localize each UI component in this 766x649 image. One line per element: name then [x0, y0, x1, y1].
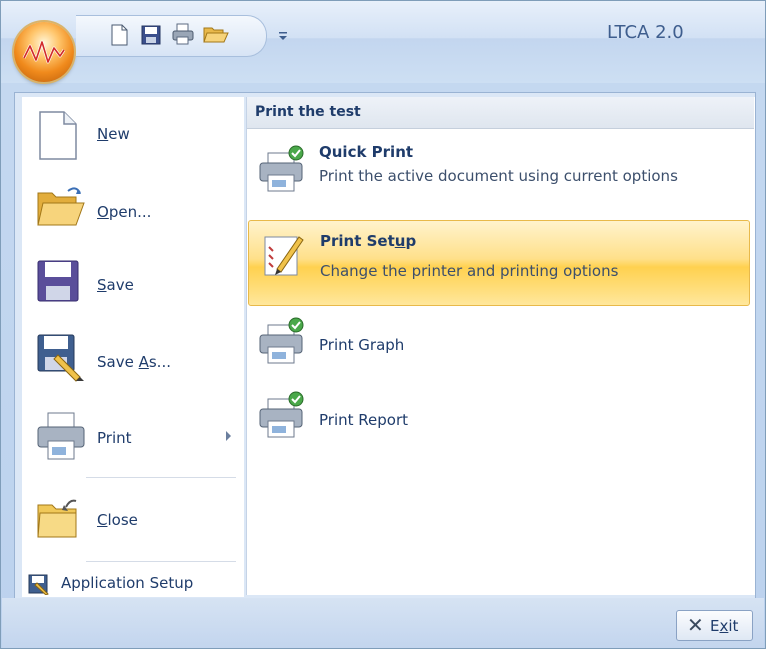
open-folder-icon[interactable]: [203, 23, 229, 45]
open-menu-item[interactable]: Open...: [22, 179, 244, 249]
new-menu-item[interactable]: New: [22, 105, 244, 175]
submenu-arrow-icon: [226, 431, 231, 441]
quick-print-description: Print the active document using current …: [319, 167, 678, 185]
save-icon: [36, 259, 80, 303]
print-report-icon: [258, 391, 304, 438]
quick-print-title: Quick Print: [319, 143, 414, 161]
quick-print-item[interactable]: Quick Print Print the active document us…: [248, 137, 748, 217]
app-title: LTCA 2.0: [607, 22, 684, 43]
application-window: LTCA 2.0 New Open... Save Save As... Pri…: [0, 0, 766, 649]
close-folder-icon: [36, 495, 80, 539]
new-document-icon[interactable]: [109, 24, 131, 46]
print-setup-description: Change the printer and printing options: [320, 262, 619, 280]
save-as-icon: [36, 333, 84, 382]
save-label: Save: [97, 276, 134, 294]
waveform-icon: [22, 40, 66, 64]
save-as-menu-item[interactable]: Save As...: [22, 325, 244, 395]
menu-footer: [2, 598, 764, 648]
exit-label: Exit: [710, 617, 739, 635]
print-menu-item[interactable]: Print: [22, 401, 244, 471]
close-label: Close: [97, 511, 138, 529]
close-menu-item[interactable]: Close: [22, 487, 244, 557]
save-icon[interactable]: [140, 24, 162, 46]
open-folder-icon: [36, 185, 85, 229]
menu-separator: [86, 477, 236, 478]
print-setup-item[interactable]: Print Setup Change the printer and print…: [248, 220, 750, 306]
print-graph-icon: [258, 317, 304, 364]
menu-separator: [86, 561, 236, 562]
new-document-icon: [36, 111, 80, 160]
open-label: Open...: [97, 203, 152, 221]
print-submenu-header: Print the test: [247, 97, 754, 129]
application-setup-item[interactable]: Application Setup: [25, 571, 239, 597]
print-submenu-title: Print the test: [255, 104, 361, 120]
print-graph-item[interactable]: Print Graph: [248, 311, 748, 381]
quick-print-icon: [258, 145, 304, 192]
application-setup-label: Application Setup: [61, 574, 194, 592]
save-menu-item[interactable]: Save: [22, 253, 244, 323]
print-report-title: Print Report: [319, 411, 408, 429]
save-as-label: Save As...: [97, 353, 171, 371]
print-report-item[interactable]: Print Report: [248, 385, 748, 455]
print-setup-title: Print Setup: [320, 232, 417, 250]
print-setup-icon: [259, 231, 304, 276]
exit-button[interactable]: ✕ Exit: [676, 610, 753, 641]
customize-toolbar-dropdown[interactable]: [278, 27, 290, 40]
print-label: Print: [97, 429, 132, 447]
printer-icon: [36, 411, 85, 460]
application-menu-button[interactable]: [14, 22, 74, 82]
new-label: New: [97, 125, 130, 143]
print-graph-title: Print Graph: [319, 336, 405, 354]
print-icon[interactable]: [171, 23, 194, 45]
close-icon: ✕: [687, 613, 704, 637]
application-setup-icon: [27, 573, 51, 599]
